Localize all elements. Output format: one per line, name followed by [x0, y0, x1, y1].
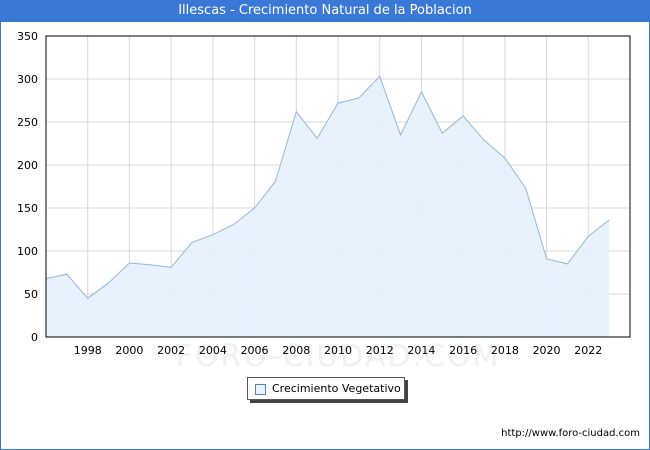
y-tick-label: 350 — [17, 30, 38, 43]
x-tick-label: 2000 — [115, 344, 143, 357]
x-tick-label: 2010 — [324, 344, 352, 357]
legend-label: Crecimiento Vegetativo — [272, 382, 401, 395]
y-tick-label: 50 — [24, 288, 38, 301]
y-tick-label: 250 — [17, 116, 38, 129]
y-tick-label: 300 — [17, 73, 38, 86]
legend-swatch — [255, 384, 266, 395]
y-tick-label: 200 — [17, 159, 38, 172]
x-tick-label: 2016 — [449, 344, 477, 357]
x-tick-label: 1998 — [74, 344, 102, 357]
chart-legend: Crecimiento Vegetativo — [247, 377, 405, 400]
x-tick-label: 2012 — [366, 344, 394, 357]
x-tick-label: 2006 — [241, 344, 269, 357]
x-tick-label: 2002 — [157, 344, 185, 357]
x-tick-label: 2022 — [574, 344, 602, 357]
y-tick-label: 150 — [17, 202, 38, 215]
y-tick-label: 100 — [17, 245, 38, 258]
x-tick-label: 2020 — [533, 344, 561, 357]
y-tick-label: 0 — [31, 331, 38, 344]
x-tick-label: 2014 — [407, 344, 435, 357]
footer-url[interactable]: http://www.foro-ciudad.com — [501, 428, 640, 439]
x-tick-label: 2018 — [491, 344, 519, 357]
x-tick-label: 2008 — [282, 344, 310, 357]
x-tick-label: 2004 — [199, 344, 227, 357]
